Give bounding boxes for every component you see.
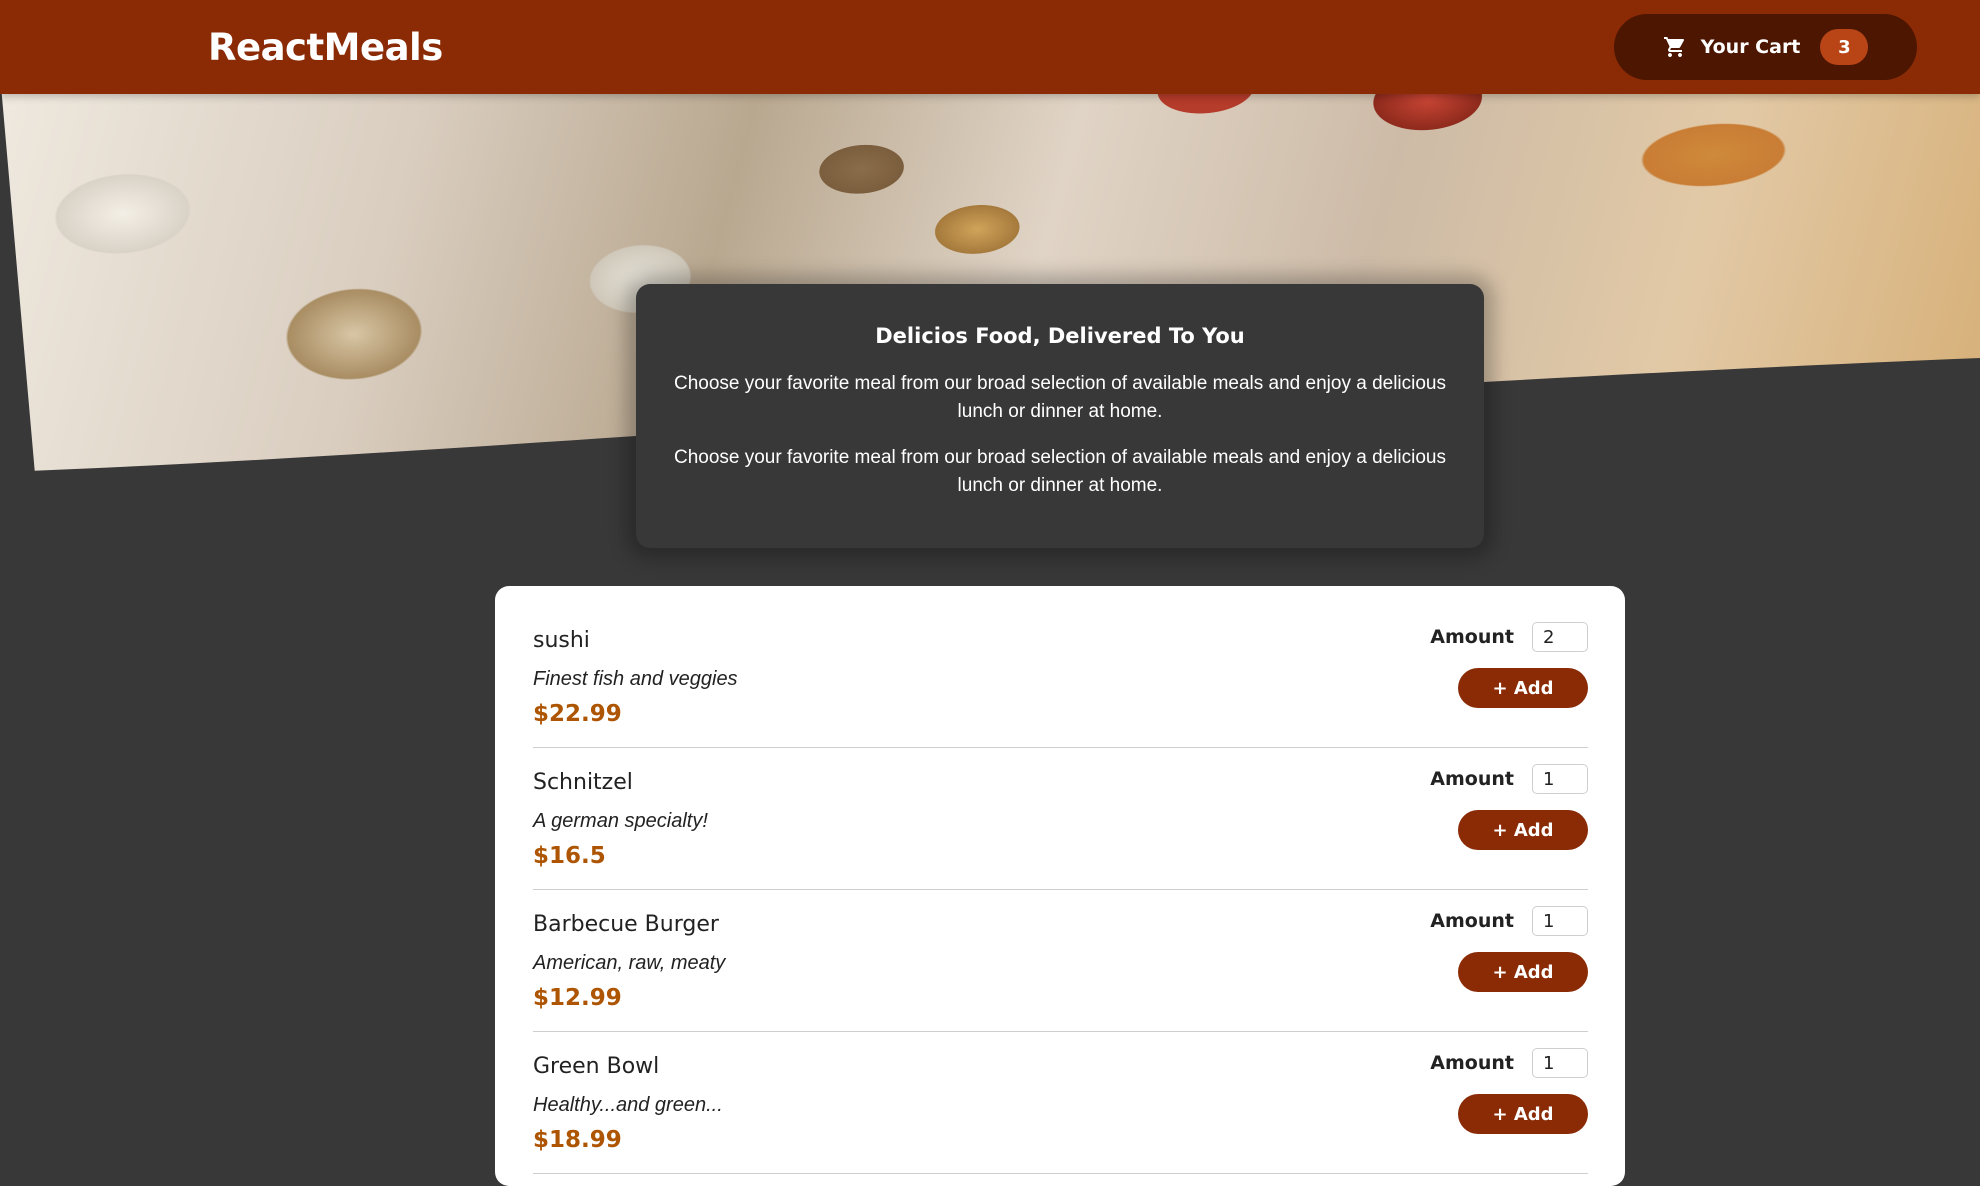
amount-row: Amount xyxy=(1430,764,1588,794)
meal-price: $12.99 xyxy=(533,985,622,1011)
amount-input[interactable] xyxy=(1532,622,1588,652)
amount-row: Amount xyxy=(1430,1048,1588,1078)
meal-price: $16.5 xyxy=(533,843,606,869)
meal-name: sushi xyxy=(533,628,590,653)
meal-description: A german specialty! xyxy=(533,810,708,832)
summary-paragraph: Choose your favorite meal from our broad… xyxy=(673,447,1447,496)
summary-paragraph: Choose your favorite meal from our broad… xyxy=(673,373,1447,422)
app-logo: ReactMeals xyxy=(208,25,443,69)
amount-label: Amount xyxy=(1430,1052,1514,1074)
meal-price: $18.99 xyxy=(533,1127,622,1153)
meal-item: Barbecue Burger American, raw, meaty $12… xyxy=(533,890,1588,1032)
meal-name: Schnitzel xyxy=(533,770,633,795)
meals-list: sushi Finest fish and veggies $22.99 Amo… xyxy=(495,586,1625,1186)
add-button[interactable]: + Add xyxy=(1458,668,1588,708)
meal-item: Green Bowl Healthy...and green... $18.99… xyxy=(533,1032,1588,1174)
add-button[interactable]: + Add xyxy=(1458,952,1588,992)
summary-card: Delicios Food, Delivered To You Choose y… xyxy=(636,284,1484,548)
meal-description: Healthy...and green... xyxy=(533,1094,723,1116)
meal-name: Barbecue Burger xyxy=(533,912,719,937)
app-header: ReactMeals Your Cart 3 xyxy=(0,0,1980,94)
amount-label: Amount xyxy=(1430,626,1514,648)
meal-item: sushi Finest fish and veggies $22.99 Amo… xyxy=(533,606,1588,748)
add-button[interactable]: + Add xyxy=(1458,1094,1588,1134)
meal-price: $22.99 xyxy=(533,701,622,727)
meal-description: Finest fish and veggies xyxy=(533,668,738,690)
amount-input[interactable] xyxy=(1532,1048,1588,1078)
amount-label: Amount xyxy=(1430,910,1514,932)
summary-title: Delicios Food, Delivered To You xyxy=(875,324,1245,348)
meal-description: American, raw, meaty xyxy=(533,952,726,974)
amount-input[interactable] xyxy=(1532,906,1588,936)
amount-label: Amount xyxy=(1430,768,1514,790)
meal-name: Green Bowl xyxy=(533,1054,660,1079)
amount-input[interactable] xyxy=(1532,764,1588,794)
cart-label: Your Cart xyxy=(1700,36,1801,58)
add-button[interactable]: + Add xyxy=(1458,810,1588,850)
amount-row: Amount xyxy=(1430,622,1588,652)
amount-row: Amount xyxy=(1430,906,1588,936)
cart-count-badge: 3 xyxy=(1820,29,1869,65)
meal-item: Schnitzel A german specialty! $16.5 Amou… xyxy=(533,748,1588,890)
shopping-cart-icon xyxy=(1663,35,1687,59)
cart-button[interactable]: Your Cart 3 xyxy=(1614,14,1917,80)
